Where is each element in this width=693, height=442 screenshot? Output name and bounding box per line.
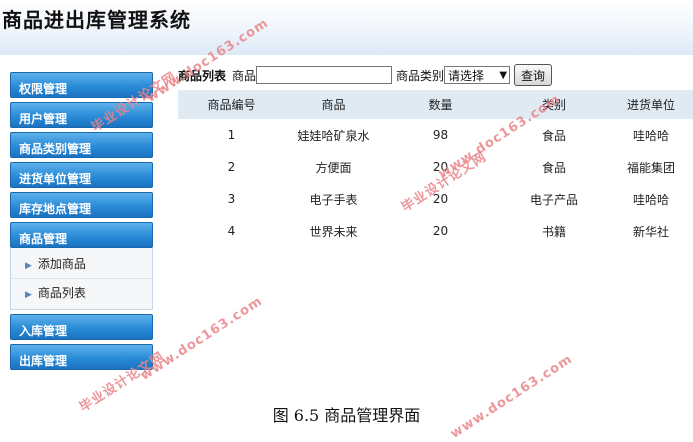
table-row[interactable]: 4 世界未来 20 书籍 新华社 [178, 215, 693, 247]
product-label: 商品 [232, 68, 257, 83]
app-title: 商品进出库管理系统 [2, 8, 191, 32]
figure-caption: 图 6.5 商品管理界面 [272, 406, 421, 425]
sidebar-item-stock-in[interactable]: 入库管理 [10, 314, 153, 340]
watermark-url: www.doc163.com [137, 293, 266, 384]
query-button[interactable]: 查询 [514, 64, 553, 86]
table-cell: 2 [227, 160, 236, 174]
table-cell: 20 [432, 224, 449, 238]
submenu-item-label: 添加商品 [37, 257, 86, 271]
sidebar: 权限管理 用户管理 商品类别管理 进货单位管理 库存地点管理 商品管理 ▶ 添加商… [10, 72, 153, 374]
column-header: 商品 [285, 90, 382, 119]
sidebar-item-products[interactable]: 商品管理 [10, 222, 153, 248]
table-cell: 电子手表 [309, 192, 358, 207]
app-header: 商品进出库管理系统 [0, 0, 693, 55]
table-cell: 哇哈哈 [632, 128, 669, 143]
table-header-row: 商品编号 商品 数量 类别 进货单位 [178, 90, 693, 119]
column-header: 商品编号 [178, 90, 285, 119]
table-cell: 哇哈哈 [632, 192, 669, 207]
chevron-down-icon: ▼ [499, 69, 508, 81]
table-cell: 新华社 [632, 224, 669, 239]
column-header: 进货单位 [609, 90, 693, 119]
table-cell: 娃娃哈矿泉水 [297, 128, 370, 143]
table-cell: 书籍 [541, 224, 566, 239]
table-cell: 食品 [541, 160, 566, 175]
table-cell: 世界未来 [309, 224, 358, 239]
watermark-url: www.doc163.com [447, 351, 576, 442]
sidebar-item-locations[interactable]: 库存地点管理 [10, 192, 153, 218]
category-select[interactable]: 请选择 ▼ [444, 66, 511, 84]
submenu-item-product-list[interactable]: ▶ 商品列表 [11, 279, 152, 307]
sidebar-item-suppliers[interactable]: 进货单位管理 [10, 162, 153, 188]
product-search-input[interactable] [256, 66, 393, 84]
table-row[interactable]: 1 娃娃哈矿泉水 98 食品 哇哈哈 [178, 119, 693, 151]
products-submenu: ▶ 添加商品 ▶ 商品列表 [10, 248, 153, 310]
table-cell: 3 [227, 192, 236, 206]
category-label: 商品类别 [396, 68, 445, 83]
sidebar-group-products: 商品管理 ▶ 添加商品 ▶ 商品列表 [10, 222, 153, 310]
triangle-right-icon: ▶ [25, 261, 32, 271]
column-header: 数量 [382, 90, 499, 119]
submenu-item-label: 商品列表 [37, 286, 86, 300]
table-cell: 方便面 [315, 160, 352, 175]
submenu-item-add-product[interactable]: ▶ 添加商品 [11, 250, 152, 279]
sidebar-item-categories[interactable]: 商品类别管理 [10, 132, 153, 158]
table-cell: 电子产品 [529, 192, 578, 207]
table-cell: 1 [227, 128, 236, 142]
table-cell: 4 [227, 224, 236, 238]
search-toolbar: 商品列表 商品 商品类别 请选择 ▼ 查询 [178, 64, 553, 86]
triangle-right-icon: ▶ [25, 290, 32, 300]
category-select-value: 请选择 [448, 68, 485, 83]
table-cell: 福能集团 [626, 160, 675, 175]
